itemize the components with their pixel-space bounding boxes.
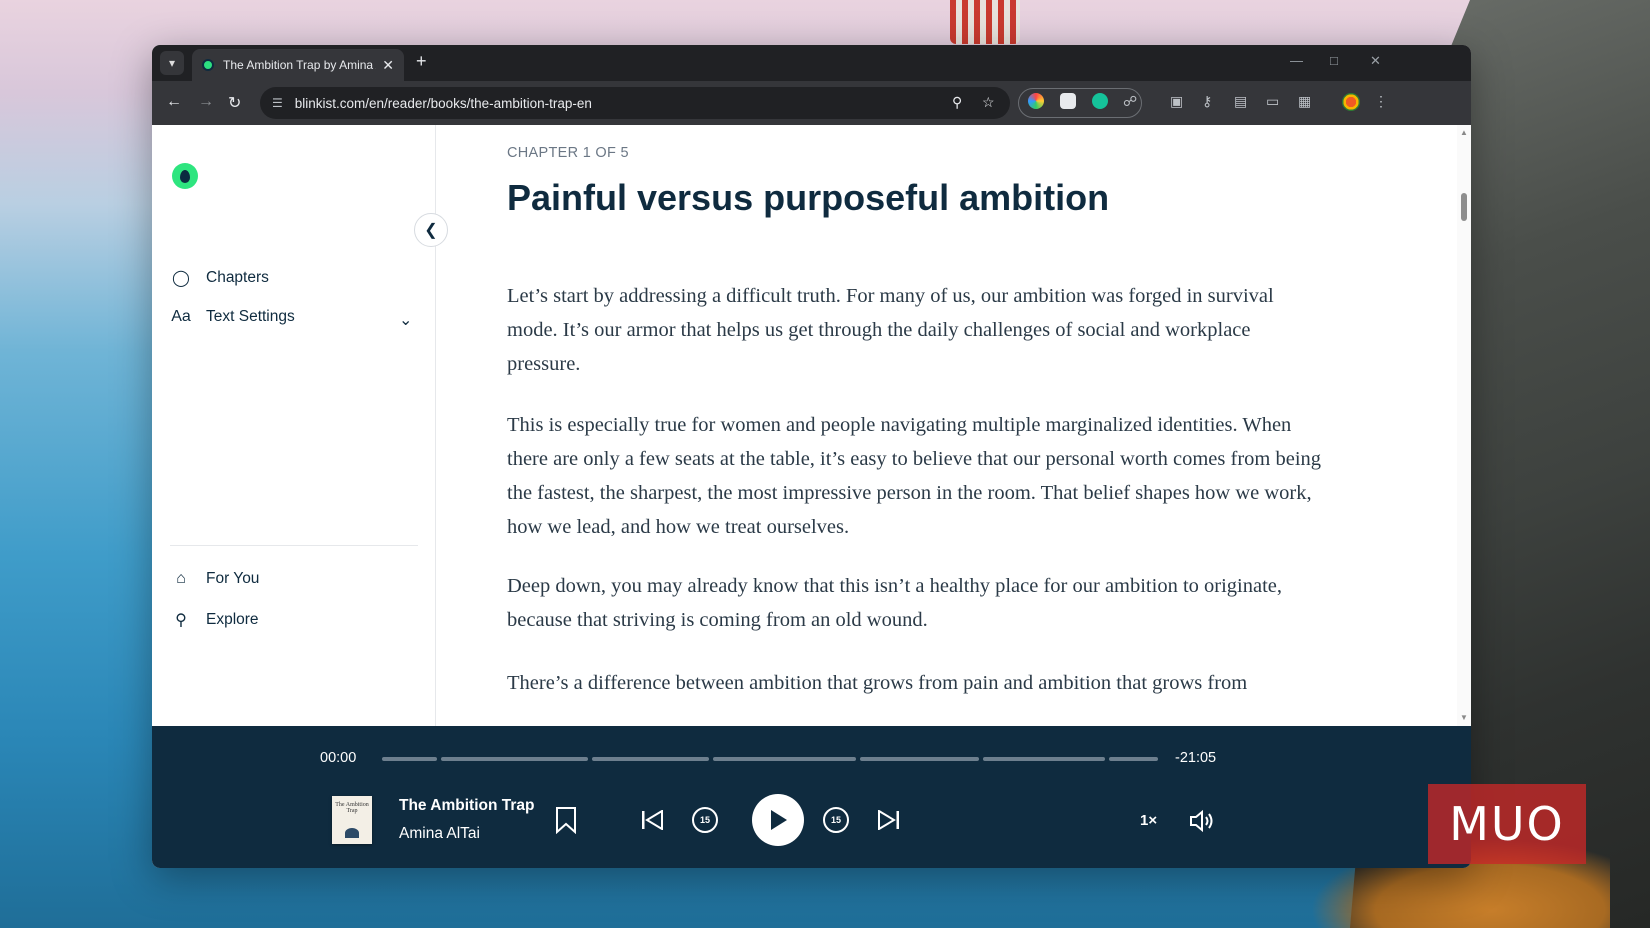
volume-button[interactable] xyxy=(1189,809,1217,833)
logo-drop-icon xyxy=(180,169,190,183)
blinkist-favicon-icon xyxy=(202,59,214,71)
chapter-progress-segment[interactable] xyxy=(860,757,979,761)
back-icon[interactable]: ← xyxy=(166,93,182,111)
zoom-icon[interactable]: ⚲ xyxy=(952,94,962,111)
chapter-counter: CHAPTER 1 OF 5 xyxy=(507,145,629,161)
sidebar-item-text-settings[interactable]: Aa Text Settings xyxy=(170,308,295,326)
paragraph: Deep down, you may already know that thi… xyxy=(507,575,1283,631)
sidebar-item-label: For You xyxy=(206,570,260,587)
browser-window: ▾ The Ambition Trap by Amina Al ✕ + — □ … xyxy=(152,45,1471,868)
skip-next-icon xyxy=(878,810,899,830)
chevron-left-icon: ❮ xyxy=(424,222,438,239)
audio-player: 00:00 -21:05 The Ambition Trap The Ambit… xyxy=(152,726,1471,868)
color-extension-icon[interactable] xyxy=(1028,93,1044,109)
reload-icon[interactable]: ↻ xyxy=(228,93,241,113)
scroll-up-icon[interactable]: ▲ xyxy=(1460,128,1468,137)
chapter-progress-segment[interactable] xyxy=(382,757,437,761)
play-icon xyxy=(771,810,787,830)
chevron-down-icon[interactable]: ⌄ xyxy=(399,310,412,330)
previous-chapter-button[interactable] xyxy=(640,810,664,830)
kebab-menu-icon[interactable]: ⋮ xyxy=(1374,93,1388,110)
chapter-progress-segment[interactable] xyxy=(592,757,709,761)
reader-sidebar: ◯ Chapters Aa Text Settings ⌄ ⌂ For You … xyxy=(152,125,436,726)
collapse-sidebar-button[interactable]: ❮ xyxy=(414,213,448,247)
lighthouse-wallpaper xyxy=(950,0,1020,44)
chapter-progress-segment[interactable] xyxy=(713,757,856,761)
chapter-progress-segment[interactable] xyxy=(983,757,1105,761)
elapsed-time: 00:00 xyxy=(320,750,357,766)
password-key-icon[interactable]: ⚷ xyxy=(1202,93,1212,110)
page-scrollbar[interactable]: ▲ ▼ xyxy=(1457,125,1471,726)
star-icon[interactable]: ☆ xyxy=(982,94,995,111)
cover-figure xyxy=(345,828,359,838)
window-close-icon[interactable]: ✕ xyxy=(1370,53,1381,69)
reading-mode-icon[interactable]: ▤ xyxy=(1234,93,1247,110)
sidebar-item-label: Explore xyxy=(206,611,259,628)
url-text[interactable]: blinkist.com/en/reader/books/the-ambitio… xyxy=(295,96,592,111)
sidebar-item-label: Chapters xyxy=(206,269,269,286)
blinkist-reader-page: ◯ Chapters Aa Text Settings ⌄ ⌂ For You … xyxy=(152,125,1471,726)
sidebar-item-label: Text Settings xyxy=(206,308,295,325)
bookmark-icon xyxy=(556,807,576,834)
playback-speed-button[interactable]: 1× xyxy=(1140,812,1157,829)
next-chapter-button[interactable] xyxy=(877,810,901,830)
sidebar-item-chapters[interactable]: ◯ Chapters xyxy=(170,268,269,288)
chapter-title: Painful versus purposeful ambition xyxy=(507,177,1110,218)
bookmark-button[interactable] xyxy=(555,806,577,834)
search-icon: ⚲ xyxy=(175,612,187,629)
profile-avatar[interactable] xyxy=(1342,93,1360,111)
remaining-time: -21:05 xyxy=(1175,750,1217,766)
maximize-icon[interactable]: □ xyxy=(1330,53,1338,68)
blinkist-logo[interactable] xyxy=(172,163,198,189)
tab-bar: ▾ The Ambition Trap by Amina Al ✕ + — □ … xyxy=(152,45,1471,81)
reading-list-icon[interactable]: ▦ xyxy=(1298,93,1311,110)
lightbulb-icon: ◯ xyxy=(172,270,190,287)
paragraph: Let’s start by addressing a difficult tr… xyxy=(507,285,1274,375)
sidebar-item-explore[interactable]: ⚲ Explore xyxy=(170,610,259,630)
sidebar-item-for-you[interactable]: ⌂ For You xyxy=(170,570,259,588)
active-tab[interactable]: The Ambition Trap by Amina Al ✕ xyxy=(192,49,404,81)
forward-15-label: 15 xyxy=(830,815,841,825)
tab-title: The Ambition Trap by Amina Al xyxy=(223,58,377,72)
minimize-icon[interactable]: — xyxy=(1290,53,1303,68)
book-cover[interactable]: The Ambition Trap xyxy=(332,796,372,844)
puzzle-extension-icon[interactable]: ☍ xyxy=(1123,93,1137,110)
scroll-down-icon[interactable]: ▼ xyxy=(1460,713,1468,722)
close-icon[interactable]: ✕ xyxy=(382,57,394,74)
grammarly-icon[interactable] xyxy=(1092,93,1108,109)
home-icon: ⌂ xyxy=(176,570,186,587)
sidebar-divider xyxy=(170,545,418,546)
chapter-progress-segment[interactable] xyxy=(441,757,588,761)
address-bar[interactable]: ☰ blinkist.com/en/reader/books/the-ambit… xyxy=(260,87,1010,119)
bookmark-extension-icon[interactable] xyxy=(1060,93,1076,109)
paragraph: There’s a difference between ambition th… xyxy=(507,672,1248,694)
text-size-icon: Aa xyxy=(171,308,191,325)
site-info-icon[interactable]: ☰ xyxy=(272,96,283,110)
rewind-15-button[interactable]: 15 xyxy=(692,807,718,833)
forward-icon[interactable]: → xyxy=(198,93,214,111)
play-button[interactable] xyxy=(752,794,804,846)
scroll-thumb[interactable] xyxy=(1461,193,1467,221)
paragraph: This is especially true for women and pe… xyxy=(507,414,1322,538)
tab-search-icon[interactable]: ▾ xyxy=(160,51,184,75)
rewind-15-label: 15 xyxy=(699,815,710,825)
book-author: Amina AlTai xyxy=(399,825,480,842)
screenshot-icon[interactable]: ▣ xyxy=(1170,93,1183,110)
chapter-progress-segment[interactable] xyxy=(1109,757,1158,761)
volume-icon xyxy=(1190,809,1213,833)
plus-icon[interactable]: + xyxy=(416,51,427,72)
reader-content: CHAPTER 1 OF 5 Painful versus purposeful… xyxy=(507,125,1327,726)
book-title: The Ambition Trap xyxy=(399,797,535,814)
browser-toolbar: ← → ↻ ☰ blinkist.com/en/reader/books/the… xyxy=(152,81,1471,125)
cast-icon[interactable]: ▭ xyxy=(1266,93,1279,110)
muo-watermark: MUO xyxy=(1428,784,1586,864)
cover-title: The Ambition Trap xyxy=(335,802,369,814)
forward-15-button[interactable]: 15 xyxy=(823,807,849,833)
skip-previous-icon xyxy=(642,810,663,830)
